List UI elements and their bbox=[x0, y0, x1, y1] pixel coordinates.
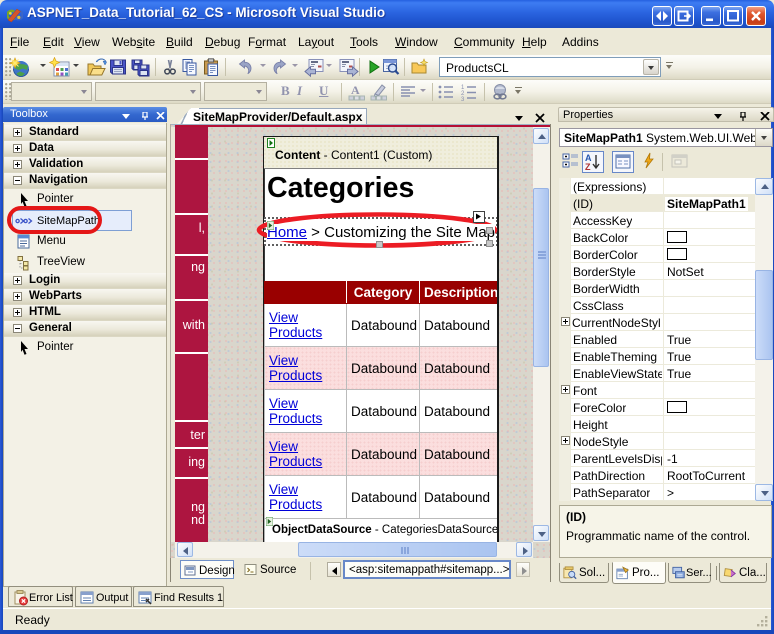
svg-text:A: A bbox=[351, 83, 360, 97]
svg-text:Z: Z bbox=[585, 162, 591, 172]
svg-text:3: 3 bbox=[461, 97, 465, 102]
